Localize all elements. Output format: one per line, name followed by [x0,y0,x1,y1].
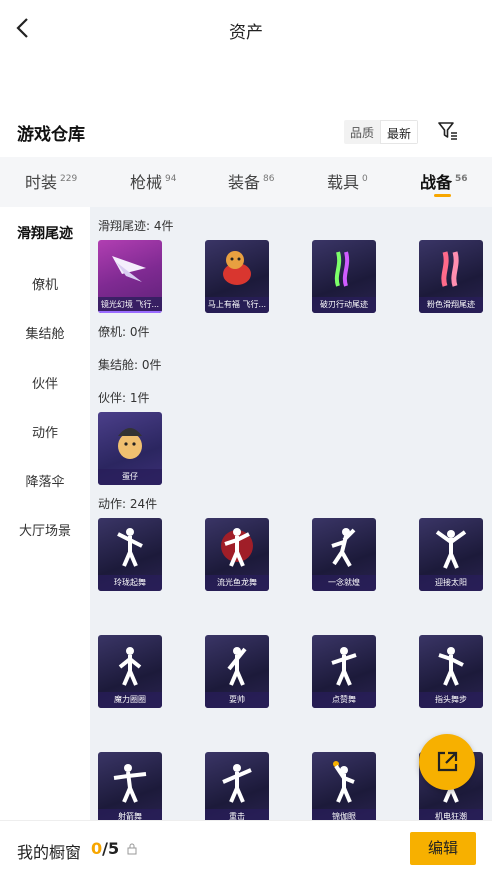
tab-count: 94 [165,174,177,184]
showcase-used: 0 [91,839,103,858]
item-name: 破刃行动尾迹 [312,297,376,313]
egg-partner-icon [118,428,142,459]
dancer-icon [435,530,467,569]
sidebar-item-trail[interactable]: 滑翔尾迹 [0,223,90,243]
item-name: 耍帅 [205,692,269,708]
item-name: 迎接太阳 [419,575,483,591]
category-tabs: 时装 229 枪械 94 装备 86 载具 0 战备 56 [0,157,492,207]
dancer-icon [117,528,143,567]
item-grid: 滑翔尾迹: 4件 镜光幻境 飞行... 马上有福 飞行... 破刃行动尾迹 粉色… [90,207,492,820]
tab-vehicles[interactable]: 载具 0 [327,169,368,193]
dancer-icon [227,647,247,686]
item-name: 一念就煌 [312,575,376,591]
tab-count: 0 [362,174,368,184]
item-card[interactable]: 破刃行动尾迹 [312,240,376,313]
tab-count: 86 [263,174,275,184]
horse-mascot-icon [223,251,251,285]
item-name: 流光鱼龙舞 [205,575,269,591]
item-name: 射箭舞 [98,809,162,820]
wings-icon [112,256,146,282]
sort-latest-button[interactable]: 最新 [380,120,419,144]
edit-button[interactable]: 编辑 [410,832,476,865]
external-share-icon [437,751,458,772]
item-card[interactable]: 重击 [205,752,269,820]
sort-toggle: 品质 最新 [344,120,419,144]
page-title: 资产 [229,23,263,43]
item-name: 魔力圈圈 [98,692,162,708]
top-bar: 资产 [0,0,492,58]
share-fab-button[interactable] [419,734,475,790]
tab-label: 时装 [25,173,58,192]
item-card[interactable]: 点赞舞 [312,635,376,708]
rarity-bar [98,311,162,313]
tab-label: 载具 [327,173,360,192]
item-card[interactable]: 蛋仔 [98,412,162,485]
item-name: 粉色滑翔尾迹 [419,297,483,313]
sidebar-item-partner[interactable]: 伙伴 [0,373,90,392]
filter-icon[interactable] [437,120,459,142]
sidebar: 滑翔尾迹 僚机 集结舱 伙伴 动作 降落伞 大厅场景 [0,207,90,820]
active-tab-indicator [434,194,451,197]
item-card[interactable]: 耍帅 [205,635,269,708]
item-name: 指头舞步 [419,692,483,708]
item-card[interactable]: 锦伽眼 [312,752,376,820]
rainbow-trail-icon [334,251,350,287]
group-label-partner: 伙伴: 1件 [98,391,150,405]
item-card[interactable]: 粉色滑翔尾迹 [419,240,483,313]
warehouse-title: 游戏仓库 [17,125,85,145]
sidebar-item-parachute[interactable]: 降落伞 [0,471,90,490]
lock-icon [127,843,137,855]
item-name: 点赞舞 [312,692,376,708]
tab-equipment[interactable]: 装备 86 [228,169,274,193]
group-label-wingman: 僚机: 0件 [98,325,150,339]
tab-label: 装备 [228,173,261,192]
dancer-icon [333,761,355,803]
item-card[interactable]: 流光鱼龙舞 [205,518,269,591]
tab-count: 229 [60,174,78,184]
sidebar-item-lobby-scene[interactable]: 大厅场景 [0,520,90,539]
item-card[interactable]: 镜光幻境 飞行... [98,240,162,313]
warehouse-header: 游戏仓库 品质 最新 [0,114,492,152]
group-label-capsule: 集结舱: 0件 [98,358,162,372]
pink-trail-icon [441,251,459,287]
dancer-icon [438,647,464,686]
item-name: 锦伽眼 [312,809,376,820]
item-card[interactable]: 一念就煌 [312,518,376,591]
item-name: 重击 [205,809,269,820]
showcase-label: 我的橱窗 [17,843,82,862]
dancer-icon [331,647,357,686]
item-card[interactable]: 射箭舞 [98,752,162,820]
tab-weapons[interactable]: 枪械 94 [130,169,176,193]
dancer-icon [331,528,356,567]
tab-label: 枪械 [130,173,163,192]
tab-battle-prep[interactable]: 战备 56 [420,169,468,193]
sort-quality-button[interactable]: 品质 [344,120,380,144]
item-card[interactable]: 马上有福 飞行... [205,240,269,313]
item-card[interactable]: 魔力圈圈 [98,635,162,708]
item-name: 马上有福 飞行... [205,297,269,313]
item-card[interactable]: 指头舞步 [419,635,483,708]
tab-label: 战备 [420,173,453,192]
group-label-trail: 滑翔尾迹: 4件 [98,219,174,233]
showcase-total: /5 [102,839,120,858]
showcase-bar: 我的橱窗 0/5 编辑 [0,820,492,876]
item-name: 蛋仔 [98,469,162,485]
item-card[interactable]: 迎接太阳 [419,518,483,591]
tab-count: 56 [455,174,468,184]
item-card[interactable]: 玲珑起舞 [98,518,162,591]
showcase-count: 0/5 [91,839,119,858]
sidebar-item-emote[interactable]: 动作 [0,422,90,441]
group-label-emote: 动作: 24件 [98,497,158,511]
dancer-icon [221,528,253,567]
tab-fashion[interactable]: 时装 229 [25,169,77,193]
item-name: 机电狂潮 [419,809,483,820]
dancer-icon [113,764,147,803]
item-name: 玲珑起舞 [98,575,162,591]
sidebar-item-capsule[interactable]: 集结舱 [0,323,90,342]
sidebar-item-wingman[interactable]: 僚机 [0,274,90,293]
dancer-icon [118,647,142,686]
dancer-icon [222,764,252,803]
